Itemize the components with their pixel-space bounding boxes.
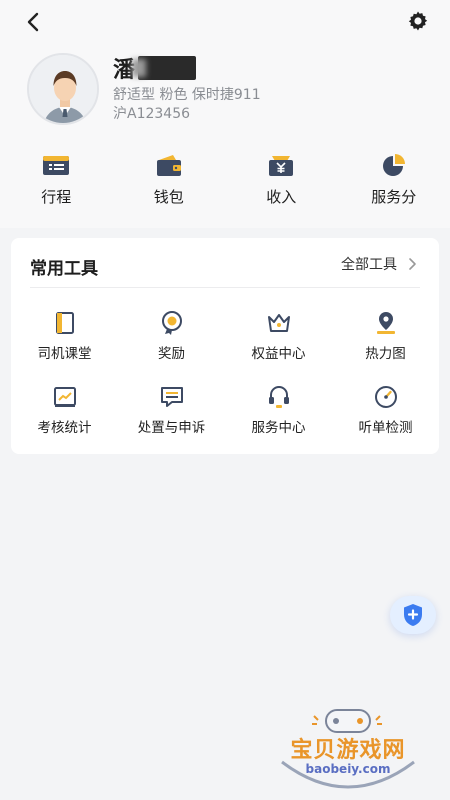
- map-pin-icon: [376, 312, 395, 334]
- headset-icon: [268, 386, 289, 408]
- quick-action-income[interactable]: 收入: [225, 152, 338, 212]
- gauge-icon: [374, 386, 397, 408]
- name-redaction: [138, 56, 196, 80]
- tool-order-detection[interactable]: 听单检测: [332, 384, 439, 436]
- tool-service-center[interactable]: 服务中心: [225, 384, 332, 436]
- watermark-url: baobeiy.com: [305, 762, 391, 776]
- tool-label: 权益中心: [251, 346, 306, 362]
- driver-avatar-icon: [29, 55, 97, 123]
- quick-action-label: 行程: [41, 188, 72, 206]
- tool-heatmap[interactable]: 热力图: [332, 310, 439, 362]
- tool-assessment-stats[interactable]: 考核统计: [11, 384, 118, 436]
- tool-label: 奖励: [158, 346, 185, 362]
- reward-icon: [161, 311, 182, 335]
- settings-button[interactable]: [406, 9, 430, 33]
- watermark-logo: 宝贝游戏网 baobeiy.com: [274, 700, 422, 795]
- tool-label: 服务中心: [251, 420, 306, 436]
- tool-label: 听单检测: [358, 420, 413, 436]
- quick-actions: 行程 钱包 收入 服务分: [0, 152, 450, 212]
- pie-chart-icon: [382, 154, 405, 176]
- income-icon: [269, 156, 294, 176]
- tool-label: 处置与申诉: [137, 420, 206, 436]
- back-button[interactable]: [22, 10, 46, 34]
- gear-icon: [408, 11, 428, 31]
- trip-icon: [43, 156, 70, 175]
- quick-action-trip[interactable]: 行程: [0, 152, 113, 212]
- all-tools-label: 全部工具: [341, 257, 397, 273]
- tool-label: 司机课堂: [37, 346, 92, 362]
- chevron-right-icon: [409, 258, 416, 270]
- quick-action-service-score[interactable]: 服务分: [338, 152, 450, 212]
- tool-label: 考核统计: [37, 420, 92, 436]
- tools-title: 常用工具: [30, 259, 98, 279]
- avatar[interactable]: [27, 53, 99, 125]
- safety-shield-button[interactable]: [390, 596, 436, 634]
- shield-plus-icon: [404, 604, 422, 626]
- tool-grid: 司机课堂 奖励 权益中心 热力图 考核统计 处置与申诉 服务中心 听单检测: [11, 310, 439, 436]
- wallet-icon: [156, 155, 181, 176]
- divider: [30, 287, 420, 288]
- crown-icon: [267, 314, 290, 332]
- stats-icon: [53, 387, 76, 407]
- chevron-left-icon: [27, 12, 39, 32]
- book-icon: [55, 312, 74, 334]
- car-info: 舒适型 粉色 保时捷911: [113, 87, 261, 103]
- tool-reward[interactable]: 奖励: [118, 310, 225, 362]
- message-icon: [160, 387, 183, 407]
- tool-label: 热力图: [365, 346, 406, 362]
- all-tools-link[interactable]: 全部工具: [341, 254, 417, 274]
- tool-rights-center[interactable]: 权益中心: [225, 310, 332, 362]
- license-plate: 沪A123456: [113, 106, 191, 122]
- profile-header: 潘 舒适型 粉色 保时捷911 沪A123456 行程 钱包 收入 服务分: [0, 0, 450, 228]
- tool-driver-class[interactable]: 司机课堂: [11, 310, 118, 362]
- quick-action-wallet[interactable]: 钱包: [113, 152, 226, 212]
- tool-appeal[interactable]: 处置与申诉: [118, 384, 225, 436]
- watermark-text: 宝贝游戏网: [290, 738, 406, 763]
- quick-action-label: 钱包: [153, 188, 184, 206]
- quick-action-label: 收入: [266, 188, 297, 206]
- quick-action-label: 服务分: [371, 188, 417, 206]
- common-tools-card: 常用工具 全部工具 司机课堂 奖励 权益中心 热力图 考核统计 处置与申诉 服务…: [11, 238, 439, 454]
